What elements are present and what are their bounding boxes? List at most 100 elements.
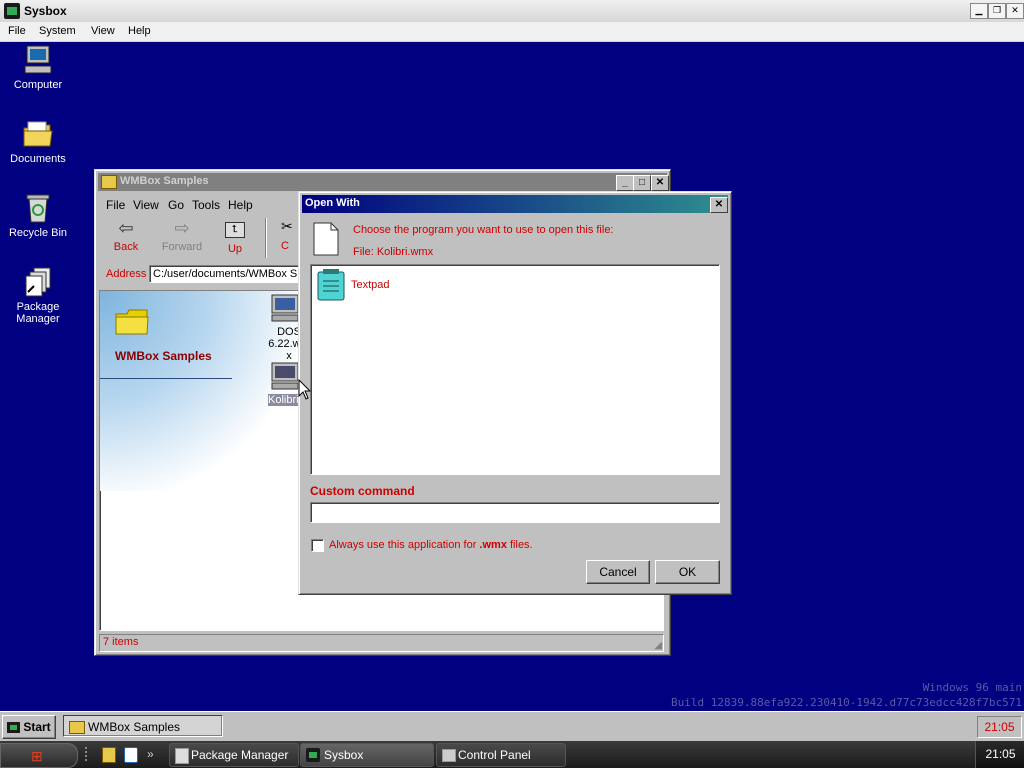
- up-button[interactable]: ⮤ Up: [213, 218, 257, 260]
- taskbar-item-wmbox[interactable]: WMBox Samples: [63, 715, 223, 737]
- up-label: Up: [227, 243, 243, 255]
- ok-button[interactable]: OK: [655, 560, 720, 584]
- taskbar-item-label: WMBox Samples: [88, 720, 181, 734]
- program-label: Textpad: [351, 279, 390, 291]
- minimize-icon[interactable]: _: [616, 175, 634, 191]
- heading-divider: [100, 378, 232, 379]
- maximize-icon[interactable]: □: [633, 175, 651, 191]
- close-icon[interactable]: ✕: [1006, 3, 1024, 19]
- host-title: Sysbox: [24, 4, 67, 18]
- desktop-icon-package-manager[interactable]: Package Manager: [0, 266, 76, 325]
- host-menu-file[interactable]: File: [8, 25, 26, 37]
- folder-icon: [69, 721, 85, 734]
- host-taskbar-item-label: Sysbox: [324, 748, 364, 762]
- close-icon[interactable]: ✕: [710, 197, 728, 213]
- status-bar: 7 items ◢: [99, 634, 664, 652]
- host-taskbar-item-label: Control Panel: [458, 748, 531, 762]
- package-icon: [175, 748, 189, 764]
- host-menu-help[interactable]: Help: [128, 25, 151, 37]
- folder-icon: [22, 118, 54, 150]
- sysbox-icon: [4, 3, 20, 19]
- notepad-icon: [317, 269, 345, 304]
- chevron-right-icon[interactable]: »: [147, 747, 154, 761]
- custom-command-label: Custom command: [310, 484, 415, 498]
- desktop-icon-label: Documents: [10, 153, 66, 165]
- classic-taskbar: Start WMBox Samples 21:05: [0, 711, 1024, 741]
- toolbar-separator: [265, 218, 267, 258]
- forward-label: Forward: [161, 241, 203, 253]
- tray-clock: 21:05: [977, 716, 1022, 738]
- always-use-label: Always use this application for .wmx fil…: [329, 539, 533, 551]
- up-folder-icon: ⮤: [225, 222, 245, 238]
- folder-icon: [101, 175, 117, 189]
- folder-icon: [115, 308, 149, 339]
- explorer-menu-view[interactable]: View: [133, 198, 159, 212]
- always-use-ext: .wmx: [479, 539, 507, 551]
- browser-quicklaunch-icon[interactable]: [124, 747, 138, 763]
- host-menu-system[interactable]: System: [39, 25, 76, 37]
- custom-command-input[interactable]: [310, 502, 720, 523]
- desktop-icon-label: Computer: [13, 79, 63, 91]
- dialog-prompt: Choose the program you want to use to op…: [353, 224, 614, 236]
- host-menu-view[interactable]: View: [91, 25, 115, 37]
- open-with-dialog: Open With ✕ Choose the program you want …: [298, 191, 732, 595]
- desktop-icon-recycle-bin[interactable]: Recycle Bin: [0, 192, 76, 239]
- always-use-prefix: Always use this application for: [329, 539, 480, 551]
- folder-heading: WMBox Samples: [115, 349, 212, 363]
- watermark-line1: Windows 96 main: [922, 681, 1022, 694]
- address-input[interactable]: C:/user/documents/WMBox S: [149, 265, 304, 283]
- explorer-menu-tools[interactable]: Tools: [192, 198, 220, 212]
- recycle-bin-icon: [22, 192, 54, 224]
- forward-arrow-icon: ⇨: [174, 218, 190, 238]
- back-arrow-icon: ⇦: [118, 218, 134, 238]
- back-label: Back: [113, 241, 139, 253]
- host-clock[interactable]: 21:05: [975, 741, 1024, 768]
- document-icon: [313, 222, 339, 259]
- desktop-icon-documents[interactable]: Documents: [0, 118, 76, 165]
- forward-button[interactable]: ⇨ Forward: [157, 218, 207, 260]
- control-panel-icon: [442, 749, 456, 762]
- host-taskbar-item-package-manager[interactable]: Package Manager: [169, 743, 299, 767]
- always-use-suffix: files.: [506, 539, 533, 551]
- explorer-title: WMBox Samples: [120, 175, 209, 187]
- sysbox-icon: [306, 748, 320, 762]
- dialog-title: Open With: [305, 197, 360, 209]
- explorer-quicklaunch-icon[interactable]: [102, 747, 116, 763]
- mouse-cursor-icon: [298, 378, 312, 404]
- start-button[interactable]: Start: [2, 715, 56, 739]
- desktop-icon-label: Package Manager: [16, 301, 60, 325]
- address-label: Address: [106, 268, 147, 280]
- windows-logo-icon: ⊞: [31, 748, 43, 764]
- start-label: Start: [23, 720, 51, 734]
- watermark-line2: Build 12839.88efa922.230410-1942.d77c73e…: [671, 696, 1022, 709]
- host-menu-bar: File System View Help: [0, 22, 1024, 42]
- program-list[interactable]: Textpad: [310, 264, 720, 475]
- restore-icon[interactable]: ❐: [988, 3, 1006, 19]
- desktop-icon-label: Recycle Bin: [8, 227, 68, 239]
- explorer-title-bar[interactable]: WMBox Samples _ □ ✕: [98, 173, 669, 191]
- dialog-title-bar[interactable]: Open With ✕: [302, 195, 728, 213]
- package-icon: [22, 266, 54, 298]
- host-taskbar-item-sysbox[interactable]: Sysbox: [300, 743, 434, 767]
- program-item[interactable]: Textpad: [317, 269, 517, 301]
- resize-grip-icon[interactable]: ◢: [654, 640, 662, 651]
- desktop-icon-computer[interactable]: Computer: [0, 44, 76, 91]
- status-text: 7 items: [103, 636, 139, 648]
- host-taskbar-item-control-panel[interactable]: Control Panel: [436, 743, 566, 767]
- host-title-bar: Sysbox ▁ ❐ ✕: [0, 0, 1024, 23]
- dialog-file-line: File: Kolibri.wmx: [353, 246, 434, 258]
- start-logo-icon: [7, 722, 21, 734]
- host-taskbar-item-label: Package Manager: [191, 748, 289, 762]
- close-icon[interactable]: ✕: [651, 175, 669, 191]
- always-use-checkbox[interactable]: [311, 539, 324, 552]
- quicklaunch-grip: [85, 747, 89, 761]
- explorer-menu-go[interactable]: Go: [168, 198, 184, 212]
- cancel-button[interactable]: Cancel: [586, 560, 650, 584]
- host-taskbar: ⊞ » Package Manager Sysbox Control Panel…: [0, 741, 1024, 768]
- computer-icon: [22, 44, 54, 76]
- back-button[interactable]: ⇦ Back: [101, 218, 151, 260]
- explorer-menu-help[interactable]: Help: [228, 198, 253, 212]
- explorer-menu-file[interactable]: File: [106, 198, 125, 212]
- minimize-icon[interactable]: ▁: [970, 3, 988, 19]
- host-start-button[interactable]: ⊞: [0, 743, 78, 768]
